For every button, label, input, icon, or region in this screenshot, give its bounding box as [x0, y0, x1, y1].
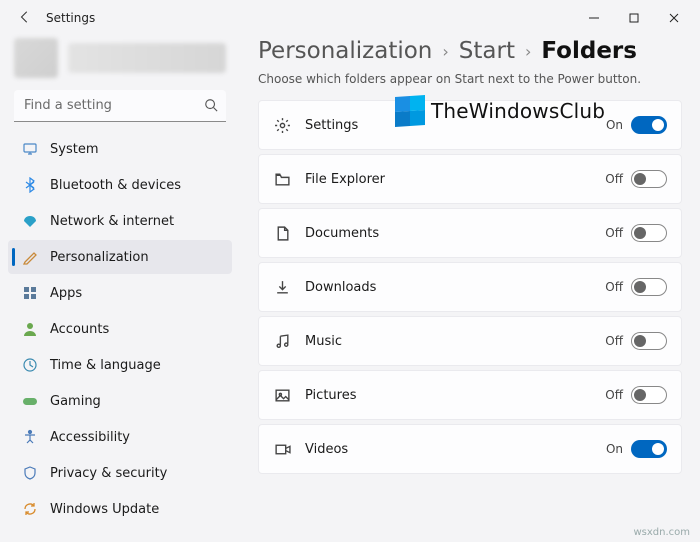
nav-list: System Bluetooth & devices Network & inter…: [8, 132, 232, 526]
avatar: [14, 38, 58, 78]
folder-list: SettingsOnFile ExplorerOffDocumentsOffDo…: [258, 100, 682, 474]
search-icon: [204, 97, 218, 116]
folder-row-file-explorer: File ExplorerOff: [258, 154, 682, 204]
page-subtitle: Choose which folders appear on Start nex…: [258, 72, 682, 86]
sidebar-item-personalization[interactable]: Personalization: [8, 240, 232, 274]
pictures-icon: [273, 386, 291, 404]
sidebar-item-windows-update[interactable]: Windows Update: [8, 492, 232, 526]
search-box[interactable]: [14, 90, 226, 122]
toggle-state-label: Off: [605, 334, 623, 348]
download-icon: [273, 278, 291, 296]
toggle-switch[interactable]: [631, 332, 667, 350]
toggle-state-label: Off: [605, 226, 623, 240]
minimize-button[interactable]: [574, 4, 614, 32]
folder-label: Settings: [305, 118, 606, 133]
app-title: Settings: [46, 11, 95, 25]
sidebar-item-bluetooth-devices[interactable]: Bluetooth & devices: [8, 168, 232, 202]
toggle-state-label: Off: [605, 388, 623, 402]
sidebar-item-system[interactable]: System: [8, 132, 232, 166]
folder-row-pictures: PicturesOff: [258, 370, 682, 420]
personalization-icon: [22, 249, 38, 265]
sidebar-item-time-language[interactable]: Time & language: [8, 348, 232, 382]
toggle-switch[interactable]: [631, 224, 667, 242]
profile-name: [68, 43, 226, 73]
sidebar-item-label: Windows Update: [50, 502, 159, 517]
windows-update-icon: [22, 501, 38, 517]
maximize-button[interactable]: [614, 4, 654, 32]
time-language-icon: [22, 357, 38, 373]
toggle-state-label: On: [606, 118, 623, 132]
breadcrumb-folders: Folders: [541, 38, 637, 64]
folder-row-settings: SettingsOn: [258, 100, 682, 150]
main-content: Personalization › Start › Folders Choose…: [240, 36, 700, 542]
sidebar-item-label: Personalization: [50, 250, 149, 265]
toggle-switch[interactable]: [631, 116, 667, 134]
gaming-icon: [22, 393, 38, 409]
sidebar-item-apps[interactable]: Apps: [8, 276, 232, 310]
privacy-security-icon: [22, 465, 38, 481]
document-icon: [273, 224, 291, 242]
videos-icon: [273, 440, 291, 458]
sidebar-item-gaming[interactable]: Gaming: [8, 384, 232, 418]
toggle-state-label: Off: [605, 280, 623, 294]
sidebar-item-label: Privacy & security: [50, 466, 167, 481]
bluetooth-icon: [22, 177, 38, 193]
sidebar-item-label: Apps: [50, 286, 82, 301]
folder-label: Music: [305, 334, 605, 349]
back-button[interactable]: [18, 9, 32, 28]
toggle-state-label: On: [606, 442, 623, 456]
breadcrumb-personalization[interactable]: Personalization: [258, 38, 432, 64]
sidebar-item-label: Accounts: [50, 322, 109, 337]
toggle-state-label: Off: [605, 172, 623, 186]
sidebar: System Bluetooth & devices Network & inter…: [0, 36, 240, 542]
chevron-right-icon: ›: [442, 42, 448, 61]
toggle-switch[interactable]: [631, 440, 667, 458]
footer-text: wsxdn.com: [633, 527, 690, 538]
toggle-switch[interactable]: [631, 386, 667, 404]
sidebar-item-label: Gaming: [50, 394, 101, 409]
apps-icon: [22, 285, 38, 301]
system-icon: [22, 141, 38, 157]
accounts-icon: [22, 321, 38, 337]
folder-label: Downloads: [305, 280, 605, 295]
folder-row-music: MusicOff: [258, 316, 682, 366]
folder-label: File Explorer: [305, 172, 605, 187]
folder-label: Documents: [305, 226, 605, 241]
sidebar-item-label: System: [50, 142, 98, 157]
sidebar-item-label: Time & language: [50, 358, 161, 373]
toggle-switch[interactable]: [631, 170, 667, 188]
sidebar-item-privacy-security[interactable]: Privacy & security: [8, 456, 232, 490]
toggle-switch[interactable]: [631, 278, 667, 296]
breadcrumb: Personalization › Start › Folders: [258, 36, 682, 64]
file-explorer-icon: [273, 170, 291, 188]
profile-area[interactable]: [8, 36, 232, 84]
folder-label: Videos: [305, 442, 606, 457]
sidebar-item-label: Bluetooth & devices: [50, 178, 181, 193]
search-input[interactable]: [14, 90, 226, 122]
gear-icon: [273, 116, 291, 134]
folder-row-videos: VideosOn: [258, 424, 682, 474]
breadcrumb-start[interactable]: Start: [459, 38, 515, 64]
sidebar-item-accounts[interactable]: Accounts: [8, 312, 232, 346]
sidebar-item-label: Accessibility: [50, 430, 130, 445]
titlebar: Settings: [0, 0, 700, 36]
folder-row-downloads: DownloadsOff: [258, 262, 682, 312]
music-icon: [273, 332, 291, 350]
chevron-right-icon: ›: [525, 42, 531, 61]
sidebar-item-accessibility[interactable]: Accessibility: [8, 420, 232, 454]
folder-label: Pictures: [305, 388, 605, 403]
sidebar-item-label: Network & internet: [50, 214, 174, 229]
accessibility-icon: [22, 429, 38, 445]
network-icon: [22, 213, 38, 229]
sidebar-item-network-internet[interactable]: Network & internet: [8, 204, 232, 238]
close-button[interactable]: [654, 4, 694, 32]
folder-row-documents: DocumentsOff: [258, 208, 682, 258]
